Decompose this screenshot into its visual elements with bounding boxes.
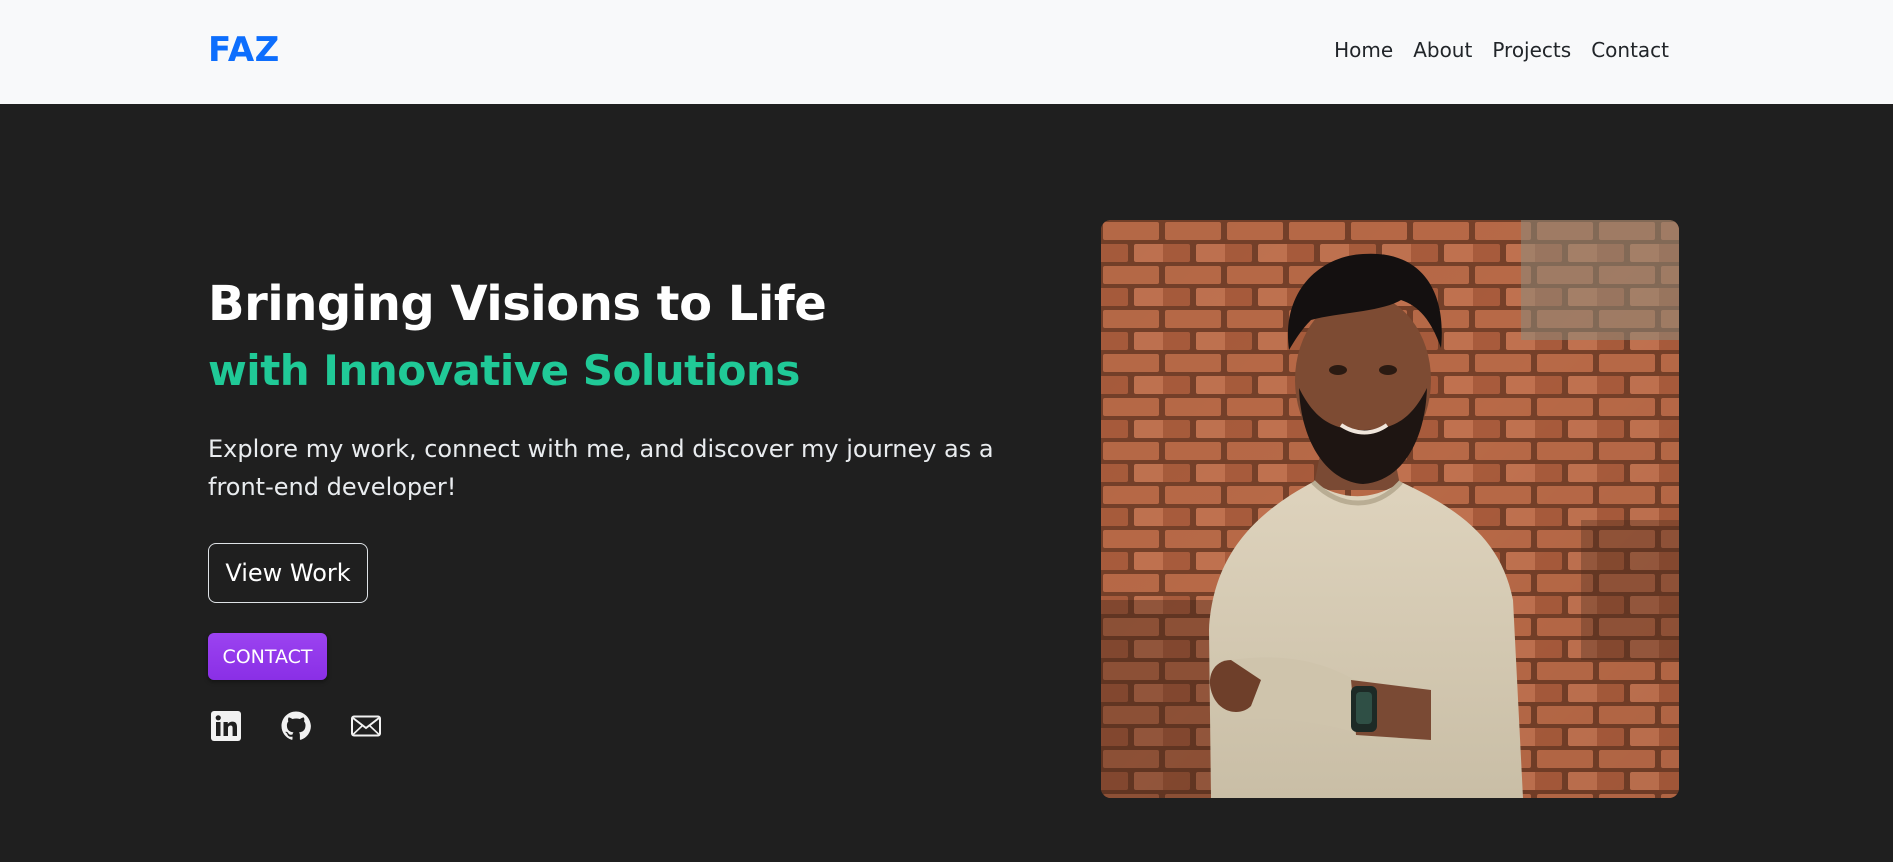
hero-section: Bringing Visions to Life with Innovative… [0, 104, 1893, 862]
nav-link-home[interactable]: Home [1334, 38, 1393, 62]
brand-logo[interactable]: FAZ [208, 30, 280, 70]
nav-link-contact[interactable]: Contact [1591, 38, 1669, 62]
profile-photo [1101, 220, 1679, 798]
navbar: FAZ Home About Projects Contact [0, 0, 1893, 104]
nav-link-projects[interactable]: Projects [1492, 38, 1571, 62]
hero-intro: Explore my work, connect with me, and di… [208, 435, 994, 501]
nav-links: Home About Projects Contact [1334, 38, 1669, 62]
hero-subheadline: with Innovative Solutions [208, 346, 800, 395]
github-icon[interactable] [280, 710, 312, 742]
nav-link-about[interactable]: About [1413, 38, 1472, 62]
envelope-icon[interactable] [350, 710, 382, 742]
linkedin-icon[interactable] [210, 710, 242, 742]
hero-headline: Bringing Visions to Life [208, 276, 827, 332]
social-links [210, 710, 382, 742]
contact-button[interactable]: CONTACT [208, 633, 327, 680]
view-work-button[interactable]: View Work [208, 543, 368, 603]
